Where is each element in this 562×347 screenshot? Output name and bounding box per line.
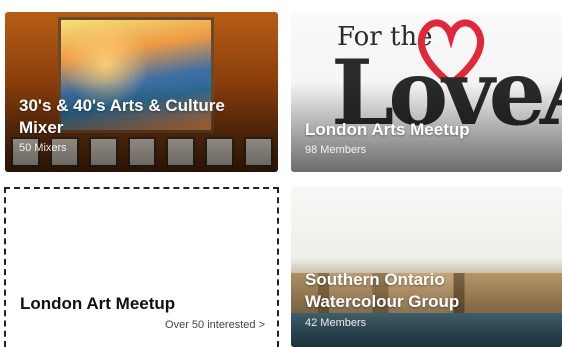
suggested-group-card-london-art-meetup[interactable]: London Art Meetup Over 50 interested > bbox=[4, 187, 279, 347]
group-count: 98 Members bbox=[305, 144, 367, 156]
group-title: Southern Ontario Watercolour Group bbox=[305, 270, 460, 311]
group-title: London Arts Meetup bbox=[305, 120, 470, 139]
group-title: 30's & 40's Arts & Culture Mixer bbox=[19, 96, 225, 137]
group-card-watercolour-group[interactable]: Southern Ontario Watercolour Group 42 Me… bbox=[291, 187, 562, 347]
group-card-arts-culture-mixer[interactable]: 30's & 40's Arts & Culture Mixer 50 Mixe… bbox=[5, 12, 278, 172]
group-count: 50 Mixers bbox=[19, 142, 67, 154]
group-title: London Art Meetup bbox=[20, 294, 176, 313]
group-count: 42 Members bbox=[305, 317, 367, 329]
group-card-london-arts-meetup[interactable]: For the LoveArt London Arts Meetup 98 Me… bbox=[291, 12, 562, 172]
interested-link[interactable]: Over 50 interested > bbox=[165, 319, 265, 331]
